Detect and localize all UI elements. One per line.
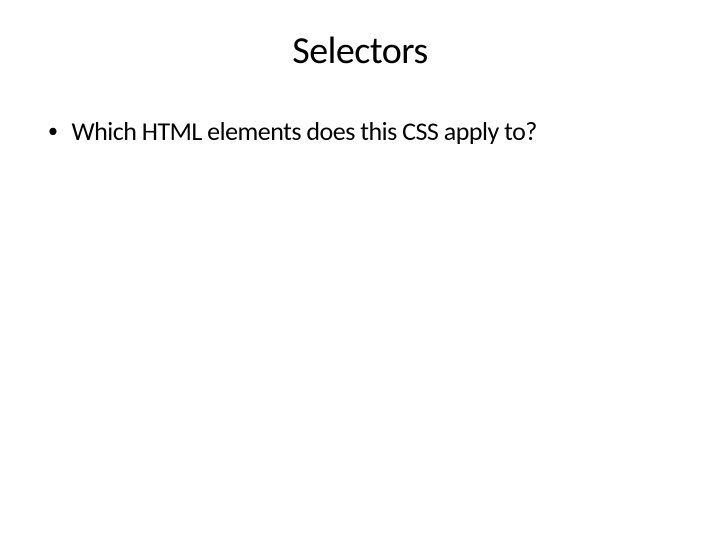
slide-content: • Which HTML elements does this CSS appl… — [40, 116, 680, 147]
slide: Selectors • Which HTML elements does thi… — [0, 0, 720, 540]
slide-title: Selectors — [40, 28, 680, 74]
bullet-item: • Which HTML elements does this CSS appl… — [48, 116, 680, 147]
bullet-marker: • — [48, 116, 57, 146]
bullet-text: Which HTML elements does this CSS apply … — [71, 116, 680, 147]
